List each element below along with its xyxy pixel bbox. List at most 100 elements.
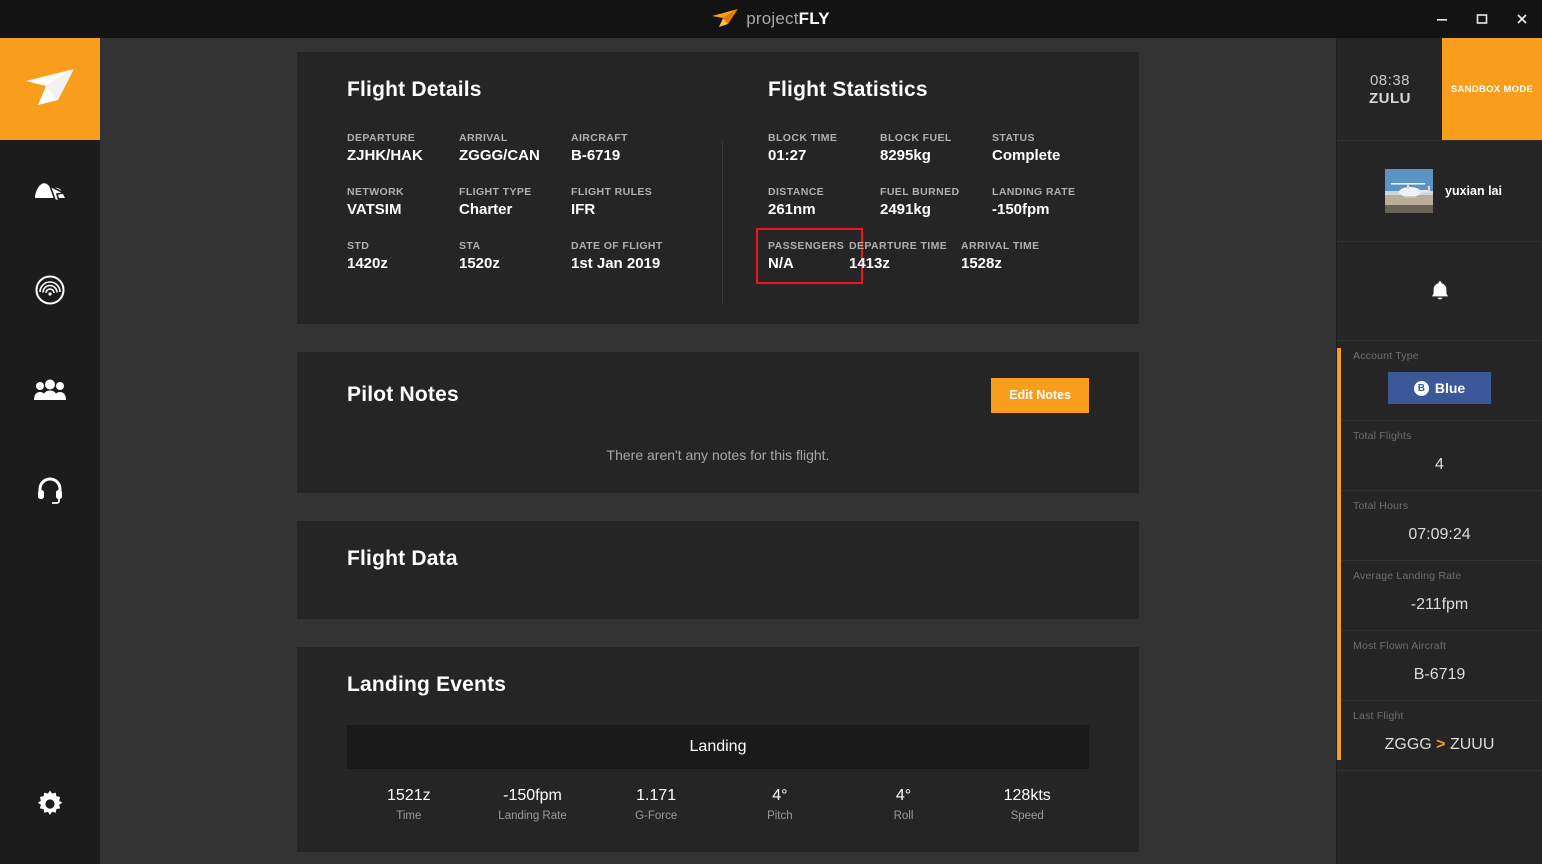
- stat-value: -150fpm: [992, 201, 1050, 218]
- detail-label: FLIGHT TYPE: [459, 186, 532, 198]
- stat-value: -211fpm: [1410, 596, 1469, 613]
- stat-label: Total Hours: [1353, 500, 1409, 512]
- flight-details-grid: DEPARTURE ZJHK/HAK ARRIVAL ZGGG/CAN AIRC…: [347, 132, 718, 294]
- metric-label: Landing Rate: [498, 809, 567, 822]
- landing-events-body: Landing Events Landing 1521z Time -150fp…: [297, 647, 1139, 852]
- pilot-notes-title: Pilot Notes: [347, 383, 459, 407]
- sidebar-item-atc[interactable]: [0, 440, 100, 540]
- detail-std: STD 1420z: [347, 240, 459, 272]
- landing-metric-time: 1521z Time: [347, 787, 471, 822]
- stat-label: STATUS: [992, 132, 1035, 144]
- pilot-notes-empty-text: There aren't any notes for this flight.: [606, 446, 830, 463]
- detail-label: DEPARTURE: [347, 132, 416, 144]
- maximize-button[interactable]: [1462, 0, 1502, 38]
- landing-metric-g-force: 1.171 G-Force: [594, 787, 718, 822]
- stat-label: FUEL BURNED: [880, 186, 960, 198]
- close-button[interactable]: [1502, 0, 1542, 38]
- route-arrow-icon: >: [1436, 736, 1446, 753]
- stat-value: Complete: [992, 147, 1061, 164]
- stat-label: ARRIVAL TIME: [961, 240, 1040, 252]
- detail-sta: STA 1520z: [459, 240, 571, 272]
- stat-block-time: BLOCK TIME 01:27: [768, 132, 880, 164]
- sidebar-item-community[interactable]: [0, 340, 100, 440]
- sidebar-logo-button[interactable]: [0, 38, 100, 140]
- detail-flight-rules: FLIGHT RULES IFR: [571, 186, 683, 218]
- sandbox-mode-badge[interactable]: SANDBOX MODE: [1442, 38, 1542, 140]
- radar-target-icon: [35, 275, 65, 305]
- helicopter-photo-avatar: [1385, 169, 1433, 213]
- detail-date-of-flight: DATE OF FLIGHT 1st Jan 2019: [571, 240, 683, 272]
- detail-network: NETWORK VATSIM: [347, 186, 459, 218]
- pilot-notes-body: Pilot Notes Edit Notes There aren't any …: [297, 352, 1139, 493]
- route-destination: ZUUU: [1449, 736, 1495, 753]
- account-type-badge[interactable]: B Blue: [1387, 372, 1492, 404]
- detail-value: VATSIM: [347, 201, 402, 218]
- stat-value: 261nm: [768, 201, 816, 218]
- flight-details-title: Flight Details: [347, 78, 482, 101]
- flight-data-body: Flight Data: [297, 521, 1139, 619]
- metric-label: Speed: [1010, 809, 1044, 822]
- landing-metric-landing-rate: -150fpm Landing Rate: [471, 787, 595, 822]
- stat-label: DEPARTURE TIME: [849, 240, 948, 252]
- stat-status: STATUS Complete: [992, 132, 1104, 164]
- brand-suffix: FLY: [798, 9, 830, 28]
- minimize-button[interactable]: [1422, 0, 1462, 38]
- sidebar-item-settings[interactable]: [0, 754, 100, 854]
- landing-group-header[interactable]: Landing: [347, 724, 1089, 769]
- paper-plane-icon: [712, 9, 739, 29]
- flight-statistics-column: Flight Statistics BLOCK TIME 01:27 BLOCK…: [718, 52, 1139, 324]
- route-origin: ZGGG: [1384, 736, 1432, 753]
- metric-value: -150fpm: [503, 786, 562, 804]
- panel-stat-account-type: Account Type B Blue: [1337, 341, 1542, 421]
- right-panel: 08:38 ZULU SANDBOX MODE yuxian lai Accou…: [1336, 38, 1542, 864]
- metric-label: G-Force: [635, 809, 678, 822]
- stat-landing-rate: LANDING RATE -150fpm: [992, 186, 1107, 218]
- notifications-area[interactable]: [1337, 242, 1542, 340]
- main-content: Flight Details DEPARTURE ZJHK/HAK ARRIVA…: [100, 38, 1336, 864]
- detail-value: 1520z: [459, 255, 500, 272]
- stat-label: Total Flights: [1353, 430, 1412, 442]
- flight-data-card: Flight Data: [297, 520, 1139, 619]
- detail-label: STD: [347, 240, 370, 252]
- panel-stat-most-flown-aircraft: Most Flown Aircraft B-6719: [1337, 631, 1542, 701]
- stat-label: Average Landing Rate: [1353, 570, 1462, 582]
- app-window: projectFLY Flight Details DEPARTURE ZJHK…: [0, 0, 1542, 864]
- scrollbar-thumb[interactable]: [1337, 348, 1341, 760]
- sidebar-item-radar[interactable]: [0, 240, 100, 340]
- flight-overview-card: Flight Details DEPARTURE ZJHK/HAK ARRIVA…: [297, 52, 1139, 324]
- panel-stat-total-flights: Total Flights 4: [1337, 421, 1542, 491]
- edit-notes-button[interactable]: Edit Notes: [991, 378, 1089, 413]
- stat-value: 07:09:24: [1408, 526, 1471, 543]
- detail-value: 1st Jan 2019: [571, 255, 661, 272]
- title-bar: projectFLY: [0, 0, 1542, 38]
- user-summary[interactable]: yuxian lai: [1337, 141, 1542, 241]
- stat-value: 2491kg: [880, 201, 931, 218]
- landing-metric-speed: 128kts Speed: [965, 787, 1089, 822]
- sidebar-item-map[interactable]: [0, 140, 100, 240]
- stat-value: 1528z: [961, 255, 1002, 272]
- last-flight-route: ZGGG > ZUUU: [1337, 736, 1542, 754]
- flight-details-column: Flight Details DEPARTURE ZJHK/HAK ARRIVA…: [297, 52, 718, 324]
- stat-label: PASSENGERS: [768, 240, 845, 252]
- detail-flight-type: FLIGHT TYPE Charter: [459, 186, 571, 218]
- stat-label: Last Flight: [1353, 710, 1404, 722]
- detail-label: STA: [459, 240, 481, 252]
- stat-fuel-burned: FUEL BURNED 2491kg: [880, 186, 992, 218]
- flight-data-title: Flight Data: [347, 546, 458, 570]
- metric-label: Pitch: [767, 809, 793, 822]
- paper-plane-logo-icon: [24, 67, 76, 112]
- detail-label: NETWORK: [347, 186, 405, 198]
- stat-value: 8295kg: [880, 147, 931, 164]
- window-controls: [1422, 0, 1542, 38]
- stat-arrival-time: ARRIVAL TIME 1528z: [961, 240, 1073, 272]
- gear-icon: [36, 790, 64, 818]
- avatar: [1385, 169, 1433, 213]
- flight-statistics-title: Flight Statistics: [768, 78, 928, 101]
- detail-label: ARRIVAL: [459, 132, 508, 144]
- account-type-value: Blue: [1434, 380, 1466, 396]
- bell-icon[interactable]: [1430, 280, 1450, 302]
- column-divider: [722, 142, 723, 304]
- flight-statistics-grid: BLOCK TIME 01:27 BLOCK FUEL 8295kg STATU…: [756, 132, 1139, 294]
- landing-metric-pitch: 4° Pitch: [718, 787, 842, 822]
- metric-label: Time: [396, 809, 422, 822]
